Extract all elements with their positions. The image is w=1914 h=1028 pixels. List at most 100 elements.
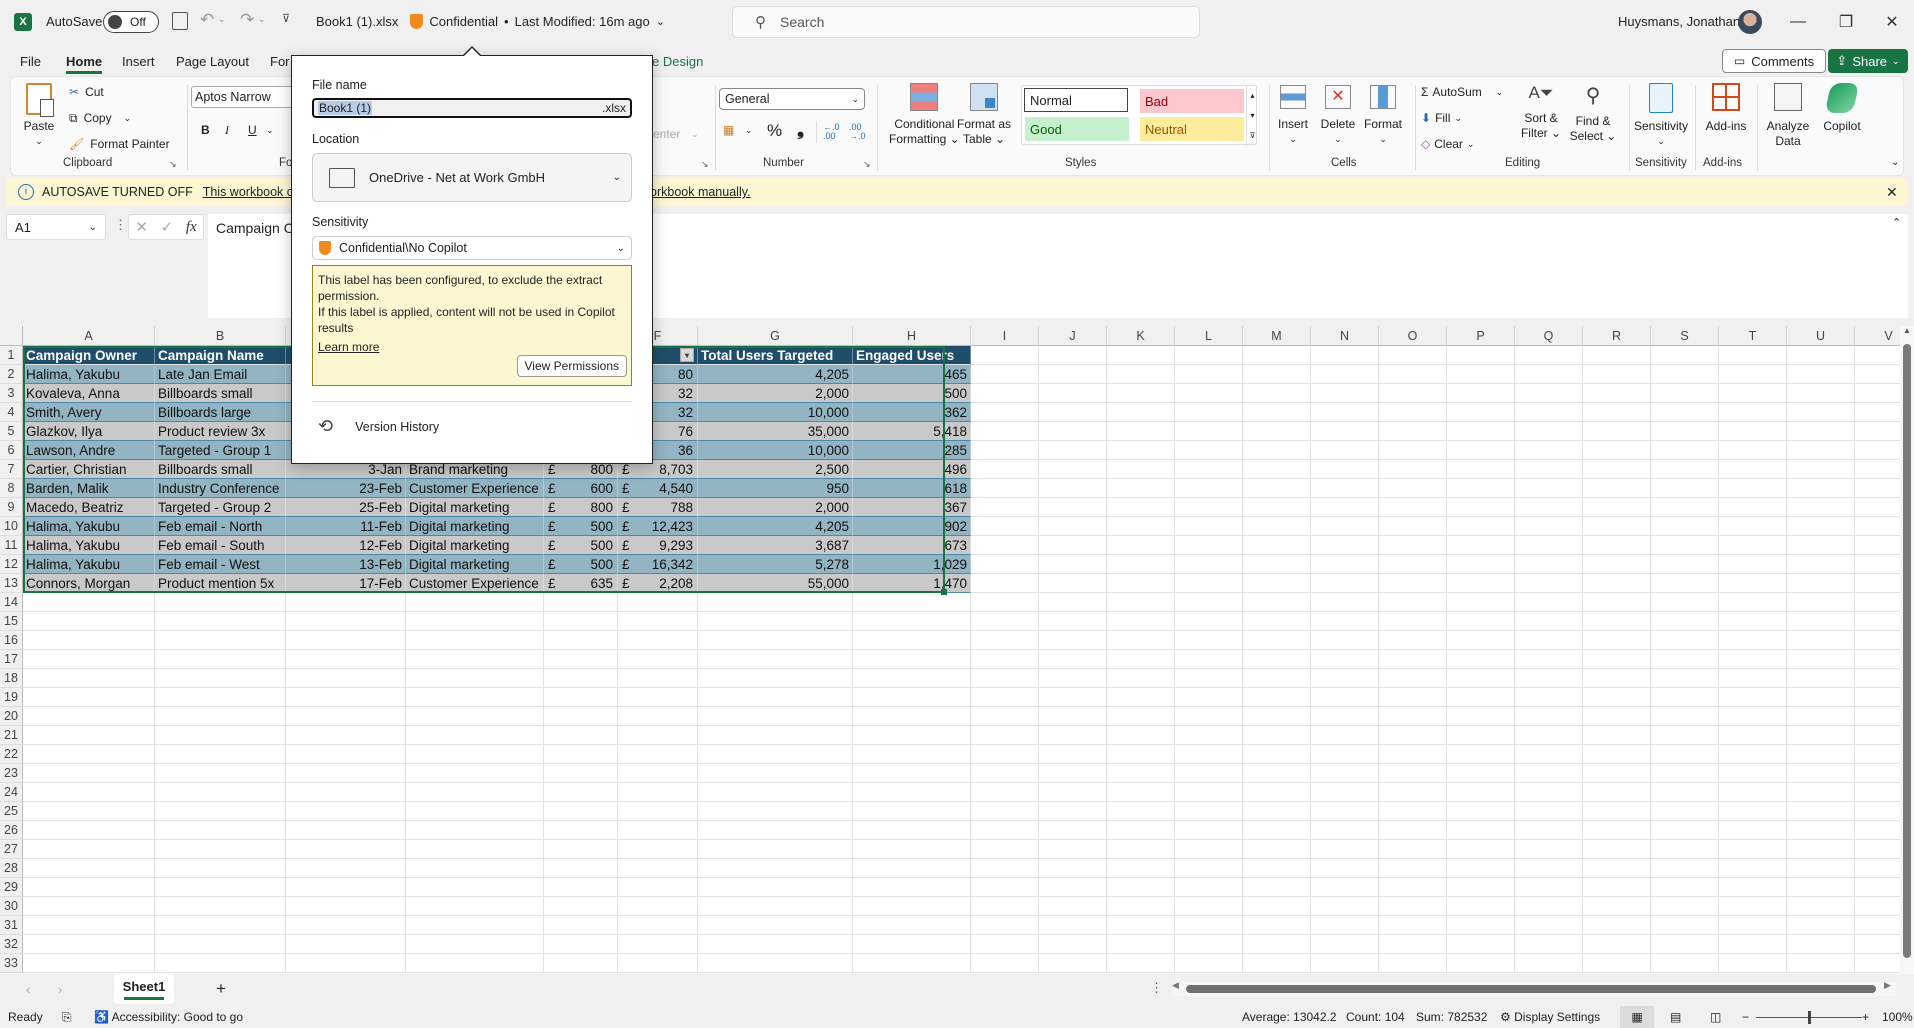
- empty-cell[interactable]: [853, 593, 971, 612]
- empty-cell[interactable]: [971, 840, 1039, 859]
- empty-cell[interactable]: [23, 688, 155, 707]
- empty-cell[interactable]: [1243, 688, 1311, 707]
- empty-cell[interactable]: [971, 650, 1039, 669]
- empty-cell[interactable]: [1583, 878, 1651, 897]
- format-as-table-button[interactable]: Format as Table ⌄: [957, 83, 1011, 147]
- empty-cell[interactable]: [1787, 840, 1855, 859]
- empty-cell[interactable]: [286, 669, 406, 688]
- empty-cell[interactable]: [1311, 764, 1379, 783]
- empty-cell[interactable]: [23, 897, 155, 916]
- empty-cell[interactable]: [618, 726, 698, 745]
- empty-cell[interactable]: [1787, 783, 1855, 802]
- empty-cell[interactable]: [1311, 422, 1379, 441]
- redo-dropdown-icon[interactable]: ⌄: [258, 14, 266, 25]
- empty-cell[interactable]: [618, 897, 698, 916]
- cell-revenue[interactable]: £9,293: [618, 536, 698, 555]
- empty-cell[interactable]: [1243, 384, 1311, 403]
- empty-cell[interactable]: [1039, 479, 1107, 498]
- cell-engaged-users[interactable]: 500: [853, 384, 971, 403]
- empty-cell[interactable]: [971, 612, 1039, 631]
- empty-cell[interactable]: [1583, 422, 1651, 441]
- empty-cell[interactable]: [853, 954, 971, 973]
- empty-cell[interactable]: [1379, 840, 1447, 859]
- empty-cell[interactable]: [1447, 954, 1515, 973]
- empty-cell[interactable]: [1447, 688, 1515, 707]
- cancel-icon[interactable]: ✕: [135, 218, 148, 236]
- empty-cell[interactable]: [1583, 707, 1651, 726]
- cell-campaign-owner[interactable]: Cartier, Christian: [23, 460, 155, 479]
- decrease-decimal-button[interactable]: .00 →.0: [849, 123, 869, 141]
- empty-cell[interactable]: [971, 460, 1039, 479]
- empty-cell[interactable]: [1175, 935, 1243, 954]
- empty-cell[interactable]: [1175, 441, 1243, 460]
- empty-cell[interactable]: [853, 878, 971, 897]
- empty-cell[interactable]: [1379, 688, 1447, 707]
- empty-cell[interactable]: [1447, 631, 1515, 650]
- empty-cell[interactable]: [1243, 536, 1311, 555]
- empty-cell[interactable]: [1651, 897, 1719, 916]
- empty-cell[interactable]: [1583, 783, 1651, 802]
- column-header-s[interactable]: S: [1651, 326, 1719, 346]
- empty-cell[interactable]: [1311, 403, 1379, 422]
- empty-cell[interactable]: [1651, 422, 1719, 441]
- empty-cell[interactable]: [1243, 441, 1311, 460]
- cell-channel[interactable]: Digital marketing: [406, 555, 544, 574]
- more-options-icon[interactable]: ⋮: [1150, 980, 1163, 996]
- table-header-h[interactable]: Engaged Users: [853, 346, 971, 365]
- empty-cell[interactable]: [1583, 365, 1651, 384]
- empty-cell[interactable]: [853, 650, 971, 669]
- column-header-j[interactable]: J: [1039, 326, 1107, 346]
- empty-cell[interactable]: [1447, 878, 1515, 897]
- empty-cell[interactable]: [1379, 650, 1447, 669]
- empty-cell[interactable]: [1379, 555, 1447, 574]
- empty-cell[interactable]: [1379, 346, 1447, 365]
- empty-cell[interactable]: [155, 935, 286, 954]
- copy-button[interactable]: ⧉ Copy ⌄: [69, 111, 131, 126]
- empty-cell[interactable]: [1447, 764, 1515, 783]
- find-select-button[interactable]: ⚲ Find & Select ⌄: [1569, 83, 1617, 144]
- empty-cell[interactable]: [155, 859, 286, 878]
- previous-sheet-icon[interactable]: ‹: [26, 982, 30, 997]
- empty-cell[interactable]: [286, 878, 406, 897]
- empty-cell[interactable]: [1651, 783, 1719, 802]
- empty-cell[interactable]: [971, 365, 1039, 384]
- clipboard-launcher-icon[interactable]: ↘: [169, 159, 177, 170]
- empty-cell[interactable]: [1787, 764, 1855, 783]
- cell-total-users-targeted[interactable]: 10,000: [698, 403, 853, 422]
- empty-cell[interactable]: [1039, 460, 1107, 479]
- row-header-22[interactable]: 22: [0, 745, 23, 764]
- empty-cell[interactable]: [1039, 422, 1107, 441]
- empty-cell[interactable]: [406, 783, 544, 802]
- empty-cell[interactable]: [618, 745, 698, 764]
- empty-cell[interactable]: [698, 650, 853, 669]
- scroll-up-icon[interactable]: ▲: [1900, 326, 1914, 335]
- row-header-30[interactable]: 30: [0, 897, 23, 916]
- empty-cell[interactable]: [1787, 479, 1855, 498]
- empty-cell[interactable]: [1243, 460, 1311, 479]
- cell-campaign-owner[interactable]: Macedo, Beatriz: [23, 498, 155, 517]
- empty-cell[interactable]: [1651, 384, 1719, 403]
- column-header-a[interactable]: A: [23, 326, 155, 346]
- empty-cell[interactable]: [698, 859, 853, 878]
- empty-cell[interactable]: [1447, 479, 1515, 498]
- horizontal-scroll-thumb[interactable]: [1186, 985, 1876, 993]
- cell-channel[interactable]: Customer Experience: [406, 479, 544, 498]
- empty-cell[interactable]: [406, 745, 544, 764]
- empty-cell[interactable]: [1243, 897, 1311, 916]
- empty-cell[interactable]: [23, 783, 155, 802]
- empty-cell[interactable]: [1243, 631, 1311, 650]
- cell-engaged-users[interactable]: 285: [853, 441, 971, 460]
- empty-cell[interactable]: [1583, 897, 1651, 916]
- version-history-button[interactable]: ⟲ Version History: [318, 416, 439, 437]
- empty-cell[interactable]: [1243, 802, 1311, 821]
- empty-cell[interactable]: [1447, 650, 1515, 669]
- empty-cell[interactable]: [971, 422, 1039, 441]
- scroll-right-icon[interactable]: ▶: [1884, 980, 1891, 991]
- sort-filter-button[interactable]: A⏷ Sort & Filter ⌄: [1519, 83, 1563, 141]
- empty-cell[interactable]: [1107, 612, 1175, 631]
- empty-cell[interactable]: [1447, 365, 1515, 384]
- empty-cell[interactable]: [853, 916, 971, 935]
- table-header-a[interactable]: Campaign Owner: [23, 346, 155, 365]
- empty-cell[interactable]: [155, 707, 286, 726]
- empty-cell[interactable]: [1175, 574, 1243, 593]
